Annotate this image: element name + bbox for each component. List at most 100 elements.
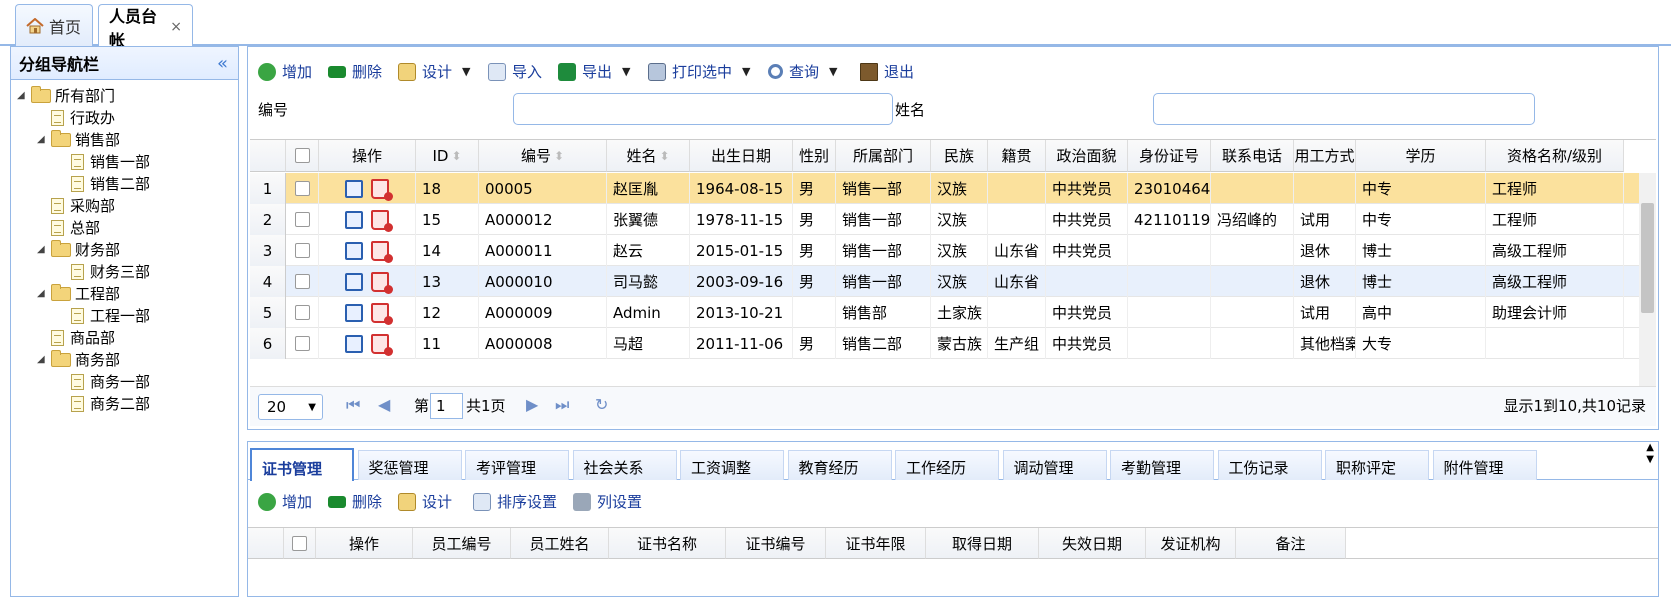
edit-icon[interactable] — [345, 179, 363, 198]
tree-node[interactable]: ◢ 所有部门 — [17, 84, 115, 107]
tree-node[interactable]: 商品部 — [51, 326, 115, 349]
edit-icon[interactable] — [345, 303, 363, 322]
vertical-scrollbar[interactable]: ▼ — [1639, 173, 1656, 386]
row-checkbox[interactable] — [294, 243, 310, 258]
column-header[interactable]: 证书编号 — [726, 528, 826, 559]
tree-node[interactable]: 销售二部 — [71, 172, 150, 195]
row-checkbox[interactable] — [294, 274, 310, 289]
trash-icon[interactable] — [371, 209, 393, 232]
trash-icon[interactable] — [371, 302, 393, 325]
detail-tab[interactable]: 奖惩管理 — [357, 450, 462, 480]
last-page-icon[interactable]: ⏭ — [555, 395, 569, 415]
export-button[interactable]: 导出 ▼ — [558, 61, 630, 82]
table-row[interactable]: 1 18 00005 赵匡胤 1964-08-15 男销售一部 汉族 中共党员 23010464… — [250, 173, 1656, 204]
column-header[interactable]: 政治面貌 — [1046, 140, 1128, 172]
close-icon[interactable]: × — [170, 19, 182, 35]
expand-toggle-icon[interactable]: ◢ — [17, 90, 31, 101]
delete-button[interactable]: 删除 — [328, 61, 382, 82]
tab-home[interactable]: 首页 — [15, 4, 93, 46]
tree-node[interactable]: 采购部 — [51, 194, 115, 217]
tree-node[interactable]: 工程一部 — [71, 304, 150, 327]
first-page-icon[interactable]: ⏮ — [346, 395, 360, 415]
tree-node[interactable]: ◢ 工程部 — [37, 282, 120, 305]
page-number-input[interactable]: 1 — [430, 393, 463, 419]
edit-icon[interactable] — [345, 272, 363, 291]
tree-node[interactable]: ◢ 商务部 — [37, 348, 120, 371]
table-row[interactable]: 2 15 A000012 张翼德 1978-11-15 男销售一部 汉族 中共党员 421101… — [250, 204, 1656, 235]
checkbox[interactable] — [294, 148, 310, 163]
table-row[interactable]: 4 13 A000010 司马懿 2003-09-16 男销售一部 汉族 山东省 退休 博士 高级工… — [250, 266, 1656, 297]
edit-icon[interactable] — [345, 334, 363, 353]
tree-node[interactable]: 财务三部 — [71, 260, 150, 283]
column-header[interactable]: 所属部门 — [836, 140, 931, 172]
trash-icon[interactable] — [371, 178, 393, 201]
column-header[interactable]: 籍贯 — [988, 140, 1046, 172]
column-header[interactable]: 资格名称/级别 — [1486, 140, 1624, 172]
tree-node[interactable]: ◢ 财务部 — [37, 238, 120, 261]
column-header[interactable]: 证书名称 — [609, 528, 726, 559]
detail-tab[interactable]: 教育经历 — [787, 450, 892, 480]
column-header[interactable]: 发证机构 — [1146, 528, 1236, 559]
detail-design-button[interactable]: 设计 — [398, 491, 452, 512]
sort-icon[interactable]: ⬍ — [659, 149, 669, 163]
detail-tab[interactable]: 工资调整 — [680, 450, 784, 480]
column-header[interactable]: 民族 — [931, 140, 988, 172]
detail-add-button[interactable]: 增加 — [258, 491, 312, 512]
column-header[interactable]: 性别 — [793, 140, 836, 172]
trash-icon[interactable] — [371, 240, 393, 263]
detail-tab[interactable]: 工伤记录 — [1217, 450, 1322, 480]
refresh-icon[interactable]: ↻ — [595, 395, 608, 414]
expand-toggle-icon[interactable]: ◢ — [37, 134, 51, 145]
detail-tab[interactable]: 社会关系 — [572, 450, 677, 480]
name-input[interactable] — [1153, 93, 1535, 125]
sort-icon[interactable]: ⬍ — [451, 149, 461, 163]
table-row[interactable]: 3 14 A000011 赵云 2015-01-15 男销售一部 汉族 山东省 中共党员 退休 博士… — [250, 235, 1656, 266]
collapse-icon[interactable]: « — [217, 53, 228, 74]
detail-tab[interactable]: 工作经历 — [895, 450, 999, 480]
table-row[interactable]: 6 11 A000008 马超 2011-11-06 男销售二部 蒙古族 生产组 中共党员 其他档… — [250, 328, 1656, 359]
edit-icon[interactable] — [345, 241, 363, 260]
tree-node[interactable]: 商务二部 — [71, 392, 150, 415]
column-header[interactable]: ID ⬍ — [416, 140, 479, 172]
column-header[interactable]: 证书年限 — [826, 528, 926, 559]
row-checkbox[interactable] — [294, 181, 310, 196]
table-row[interactable]: 5 12 A000009 Admin 2013-10-21 销售部 土家族 中共党员 试用 高中助… — [250, 297, 1656, 328]
column-header[interactable]: 失效日期 — [1039, 528, 1146, 559]
design-button[interactable]: 设计 ▼ — [398, 61, 470, 82]
row-checkbox[interactable] — [294, 212, 310, 227]
sort-icon[interactable]: ⬍ — [554, 149, 564, 163]
row-checkbox[interactable] — [294, 336, 310, 351]
expand-toggle-icon[interactable]: ◢ — [37, 288, 51, 299]
prev-page-icon[interactable]: ◀ — [378, 395, 390, 414]
detail-tab[interactable]: 考勤管理 — [1110, 450, 1214, 480]
tree-node[interactable]: 总部 — [51, 216, 100, 239]
sort-settings-button[interactable]: 排序设置 — [473, 491, 557, 512]
tabs-scroll-icon[interactable]: ▲ ▼ — [1646, 442, 1654, 466]
tab-personnel-ledger[interactable]: 人员台帐 × — [98, 4, 193, 50]
detail-tab[interactable]: 证书管理 — [250, 448, 354, 481]
column-header[interactable]: 用工方式 — [1294, 140, 1356, 172]
column-settings-button[interactable]: 列设置 — [573, 491, 642, 512]
column-header[interactable]: 出生日期 — [690, 140, 793, 172]
expand-toggle-icon[interactable]: ◢ — [37, 244, 51, 255]
print-selected-button[interactable]: 打印选中 ▼ — [648, 61, 750, 82]
tree-node[interactable]: 商务一部 — [71, 370, 150, 393]
detail-delete-button[interactable]: 删除 — [328, 491, 382, 512]
page-size-select[interactable]: 20 ▼ — [258, 394, 323, 420]
column-header[interactable]: 联系电话 — [1211, 140, 1294, 172]
detail-tab[interactable]: 考评管理 — [465, 450, 569, 480]
detail-tab[interactable]: 职称评定 — [1325, 450, 1429, 480]
column-header[interactable]: 员工编号 — [413, 528, 511, 559]
tree-node[interactable]: ◢ 销售部 — [37, 128, 120, 151]
import-button[interactable]: 导入 — [488, 61, 542, 82]
query-button[interactable]: 查询 ▼ — [768, 61, 837, 82]
column-header[interactable]: 取得日期 — [926, 528, 1039, 559]
tree-node[interactable]: 销售一部 — [71, 150, 150, 173]
edit-icon[interactable] — [345, 210, 363, 229]
detail-tab[interactable]: 附件管理 — [1432, 450, 1537, 480]
exit-button[interactable]: 退出 — [860, 61, 914, 82]
column-header[interactable]: 操作 — [316, 528, 413, 559]
row-checkbox[interactable] — [294, 305, 310, 320]
add-button[interactable]: 增加 — [258, 61, 312, 82]
column-header[interactable]: 身份证号 — [1128, 140, 1211, 172]
